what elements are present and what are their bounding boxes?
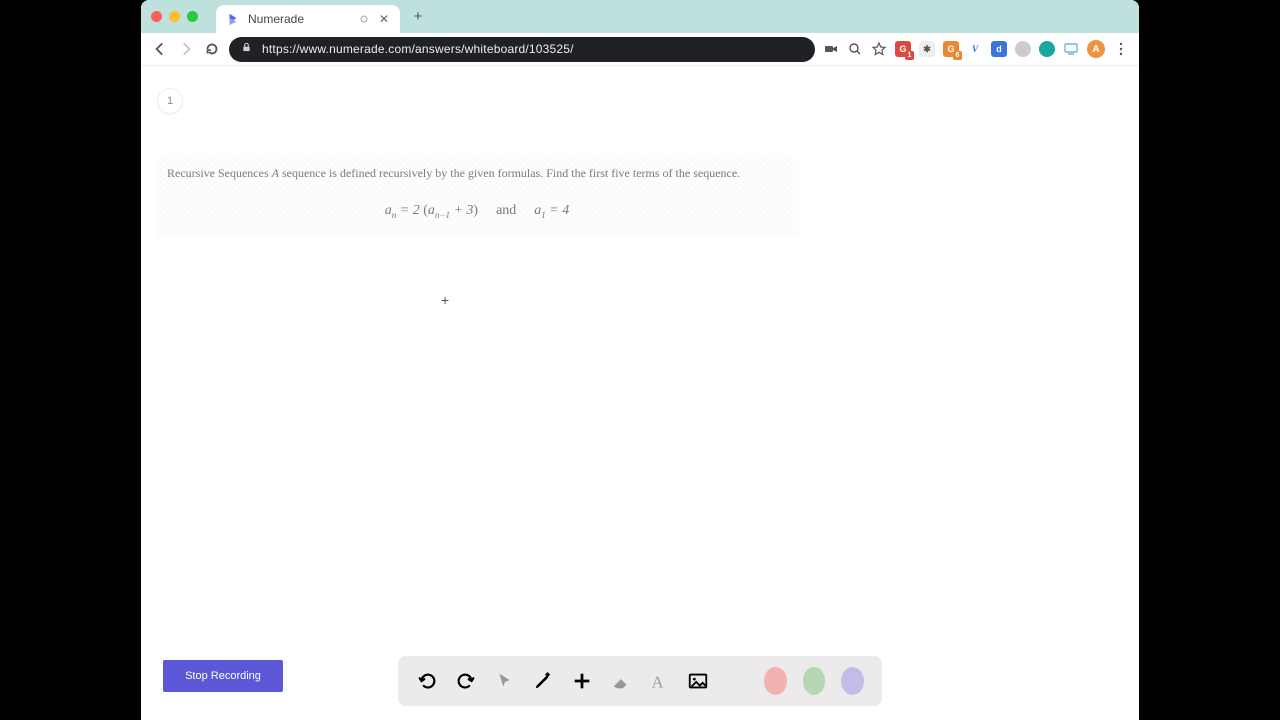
titlebar: Numerade ✕ +: [141, 0, 1139, 33]
extension-teal-icon[interactable]: [1039, 41, 1055, 57]
addressbar: https://www.numerade.com/answers/whitebo…: [141, 33, 1139, 66]
display-icon[interactable]: [1063, 41, 1079, 57]
reload-button[interactable]: [203, 40, 221, 58]
fm-and: and: [478, 203, 534, 218]
kebab-menu-icon[interactable]: [1113, 41, 1129, 57]
redo-button[interactable]: [455, 667, 478, 695]
extension-g-badge: 1: [905, 51, 914, 60]
fm-eq4: = 4: [546, 203, 569, 218]
stop-recording-button[interactable]: Stop Recording: [163, 660, 283, 692]
problem-card: Recursive Sequences A sequence is define…: [155, 158, 799, 238]
color-green-button[interactable]: [803, 667, 826, 695]
problem-prefix: Recursive Sequences: [167, 166, 272, 180]
addressbar-right-icons: G 1 ✱ G 6 V d A: [823, 40, 1129, 58]
traffic-lights: [151, 11, 198, 22]
fm-sub-n: n: [392, 210, 397, 220]
problem-suffix: sequence is defined recursively by the g…: [279, 166, 740, 180]
color-pink-button[interactable]: [764, 667, 787, 695]
whiteboard-content: 1 Recursive Sequences A sequence is defi…: [141, 66, 1139, 720]
color-purple-button[interactable]: [841, 667, 864, 695]
fm-eq2: = 2: [400, 203, 423, 218]
back-button[interactable]: [151, 40, 169, 58]
extension-g2-icon[interactable]: G 6: [943, 41, 959, 57]
undo-button[interactable]: [416, 667, 439, 695]
extension-g-icon[interactable]: G 1: [895, 41, 911, 57]
problem-italic-a: A: [272, 166, 279, 180]
lock-icon: [241, 42, 252, 56]
bookmark-star-icon[interactable]: [871, 41, 887, 57]
profile-avatar[interactable]: A: [1087, 40, 1105, 58]
eraser-tool-button[interactable]: [609, 667, 632, 695]
url-input[interactable]: https://www.numerade.com/answers/whitebo…: [229, 37, 815, 62]
new-tab-button[interactable]: +: [410, 9, 426, 25]
tab-close-button[interactable]: ✕: [378, 13, 390, 25]
color-black-button[interactable]: [725, 667, 748, 695]
zoom-icon[interactable]: [847, 41, 863, 57]
image-tool-button[interactable]: [687, 667, 710, 695]
add-tool-button[interactable]: [571, 667, 594, 695]
fm-plus3: + 3: [450, 203, 473, 218]
problem-formula: an = 2 (an−1 + 3)anda1 = 4: [167, 203, 787, 220]
extension-v-icon[interactable]: V: [967, 41, 983, 57]
svg-text:A: A: [652, 672, 664, 691]
page-bubble[interactable]: 1: [157, 88, 183, 114]
video-icon[interactable]: [823, 41, 839, 57]
text-tool-button[interactable]: A: [648, 667, 671, 695]
fm-a2: a: [428, 203, 435, 218]
pen-tool-button[interactable]: [532, 667, 555, 695]
fm-a1: a: [385, 203, 392, 218]
fm-sub-nm1: n−1: [435, 210, 450, 220]
crosshair-cursor-icon: +: [441, 292, 449, 308]
select-tool-button[interactable]: [493, 667, 516, 695]
problem-text: Recursive Sequences A sequence is define…: [167, 166, 787, 181]
window-minimize-button[interactable]: [169, 11, 180, 22]
extension-asterisk-icon[interactable]: ✱: [919, 41, 935, 57]
url-text: https://www.numerade.com/answers/whitebo…: [262, 42, 574, 56]
tab-activity-icon: [358, 13, 370, 25]
browser-window: Numerade ✕ + https:: [141, 0, 1139, 720]
tab-numerade[interactable]: Numerade ✕: [216, 5, 400, 33]
window-close-button[interactable]: [151, 11, 162, 22]
window-maximize-button[interactable]: [187, 11, 198, 22]
extension-d-icon[interactable]: d: [991, 41, 1007, 57]
tab-title: Numerade: [248, 12, 350, 26]
whiteboard-toolbar: A: [398, 656, 882, 706]
extension-circle-icon[interactable]: [1015, 41, 1031, 57]
tab-favicon-icon: [226, 12, 240, 26]
forward-button[interactable]: [177, 40, 195, 58]
extension-g2-badge: 6: [953, 51, 962, 60]
